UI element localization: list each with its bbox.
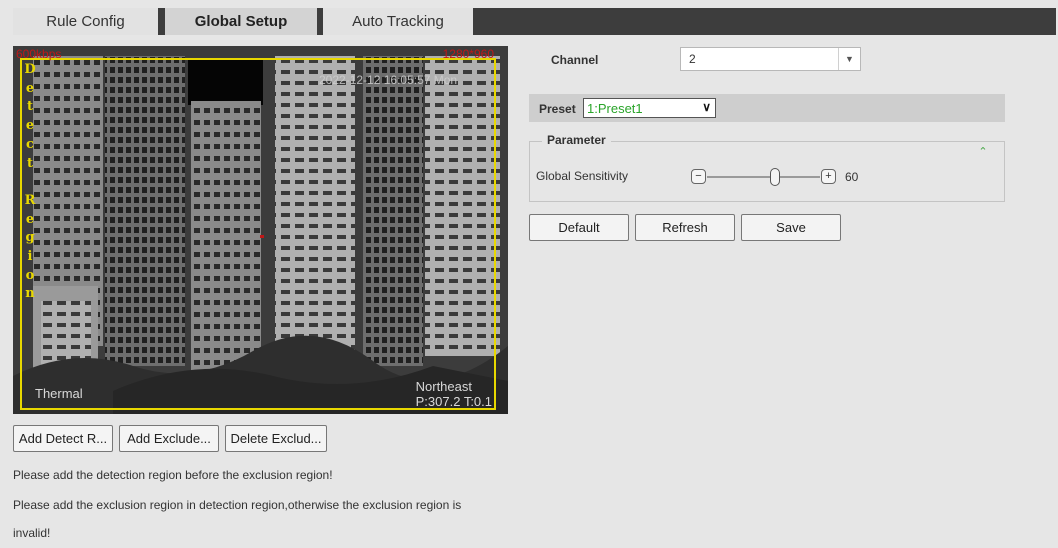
ptz-overlay: Northeast P:307.2 T:0.1 (416, 379, 492, 409)
parameter-legend: Parameter (542, 133, 611, 147)
tab-auto-tracking[interactable]: Auto Tracking (323, 8, 473, 35)
tab-bar: Rule Config Global Setup Auto Tracking (13, 8, 1056, 35)
refresh-button[interactable]: Refresh (635, 214, 735, 241)
live-video-view[interactable]: 600kbps 1280*960 2022-12-12 16:05:57 Mon… (13, 46, 508, 414)
thermal-label: Thermal (35, 386, 83, 401)
bitrate-overlay: 600kbps (16, 47, 62, 61)
sensitivity-value: 60 (845, 170, 859, 184)
detect-region-label: D e t e c t R e g i o n (24, 62, 36, 302)
resolution-overlay: 1280*960 (442, 47, 494, 61)
chevron-down-icon: ∨ (702, 100, 711, 114)
channel-label: Channel (551, 53, 599, 67)
channel-value: 2 (689, 52, 696, 66)
preset-select[interactable]: 1:Preset1 ∨ (583, 98, 716, 118)
save-button[interactable]: Save (741, 214, 841, 241)
direction-label: Northeast (415, 379, 472, 394)
plus-icon[interactable]: + (821, 169, 836, 184)
add-exclude-region-button[interactable]: Add Exclude... (119, 425, 219, 452)
preset-label: Preset (539, 102, 576, 116)
chevron-down-icon: ▼ (838, 48, 860, 70)
thermal-scene (13, 46, 508, 414)
tab-global-setup[interactable]: Global Setup (165, 8, 317, 35)
sensitivity-slider-track[interactable] (707, 176, 820, 178)
timestamp-overlay: 2022-12-12 16:05:57 Mon (319, 73, 458, 87)
note-line-2: Please add the exclusion region in detec… (13, 498, 462, 512)
minus-icon[interactable]: − (691, 169, 706, 184)
collapse-icon[interactable]: ⌃ (977, 146, 989, 158)
add-detect-region-button[interactable]: Add Detect R... (13, 425, 113, 452)
sensitivity-slider-thumb[interactable] (769, 168, 780, 186)
channel-select[interactable]: 2 ▼ (680, 47, 861, 71)
default-button[interactable]: Default (529, 214, 629, 241)
preset-value: 1:Preset1 (587, 100, 643, 116)
global-sensitivity-label: Global Sensitivity (536, 169, 629, 183)
delete-exclude-region-button[interactable]: Delete Exclud... (225, 425, 327, 452)
ptz-position: P:307.2 T:0.1 (415, 394, 492, 409)
note-line-3: invalid! (13, 526, 51, 540)
note-line-1: Please add the detection region before t… (13, 468, 333, 482)
tab-rule-config[interactable]: Rule Config (13, 8, 158, 35)
